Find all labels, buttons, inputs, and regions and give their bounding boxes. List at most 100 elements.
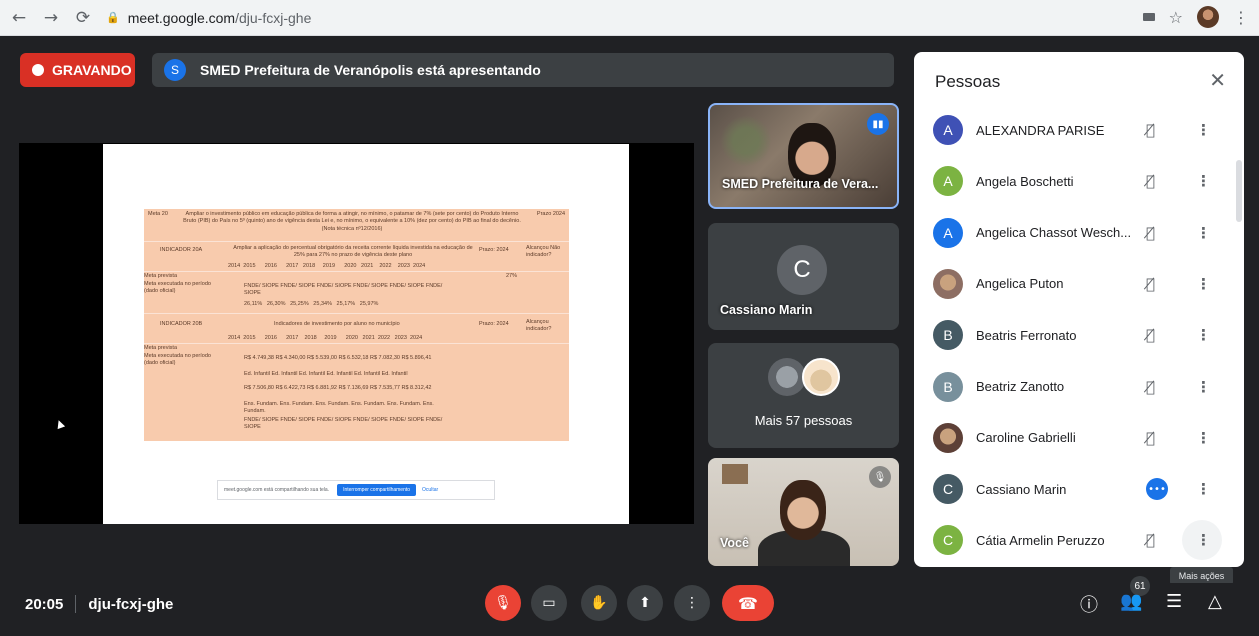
more-vert-icon[interactable]: ⋮ (1196, 480, 1211, 498)
more-vert-icon[interactable]: ⋮ (1196, 531, 1211, 549)
recording-badge[interactable]: GRAVANDO (20, 53, 135, 87)
speaking-indicator-icon: ▮▮ (867, 113, 889, 135)
camera-icon[interactable] (1142, 13, 1155, 21)
people-list-item[interactable]: C Cátia Armelin Peruzzo 🎙̸ ⋮ (914, 514, 1244, 566)
profile-avatar[interactable] (1197, 6, 1219, 28)
more-people-label: Mais 57 pessoas (754, 413, 853, 428)
record-dot-icon (32, 64, 44, 76)
activities-icon[interactable]: △ (1208, 591, 1222, 612)
camera-toggle-button[interactable]: ▭ (531, 585, 567, 621)
meeting-code: dju-fcxj-ghe (88, 595, 174, 613)
chat-icon[interactable]: ☰ (1166, 591, 1182, 612)
people-panel: Pessoas ✕ A ALEXANDRA PARISE 🎙̸ ⋮ A Angela Bo… (914, 52, 1244, 567)
mic-off-icon: 🎙̸ (1146, 121, 1156, 139)
prazo-20a: Prazo: 2024 (479, 247, 509, 253)
participant-avatar: A (933, 115, 963, 145)
presenter-tile[interactable]: ▮▮ SMED Prefeitura de Vera... (708, 103, 899, 209)
more-vert-icon[interactable]: ⋮ (1196, 326, 1211, 344)
indicator-20b: INDICADOR 20B (160, 321, 203, 327)
browser-actions: ☆ ⋮ (1142, 6, 1249, 28)
participant-name: Cassiano Marin (976, 481, 1067, 497)
self-video (780, 480, 826, 540)
cassiano-tile[interactable]: C Cassiano Marin (708, 223, 899, 330)
people-list-item[interactable]: C Cassiano Marin ••• ⋮ (914, 463, 1244, 515)
reload-icon[interactable]: ⟳ (70, 5, 96, 31)
menu-icon[interactable]: ⋮ (1233, 8, 1249, 27)
fnde-row-b: FNDE/ SIOPE FNDE/ SIOPE FNDE/ SIOPE FNDE… (244, 417, 443, 431)
mic-toggle-button[interactable]: 🎙 (485, 585, 521, 621)
more-vert-icon[interactable]: ⋮ (1196, 121, 1211, 139)
more-options-button[interactable]: ⋮ (674, 585, 710, 621)
mic-off-icon: 🎙̸ (1146, 274, 1156, 293)
more-vert-icon[interactable]: ⋮ (1196, 429, 1211, 447)
people-list-item[interactable]: A Angelica Chassot Wesch... 🎙̸ ⋮ (914, 207, 1244, 259)
people-list-item[interactable]: B Beatriz Zanotto 🎙̸ ⋮ (914, 361, 1244, 413)
participant-avatar: B (933, 371, 963, 402)
presenter-avatar: S (164, 59, 186, 81)
more-vert-icon[interactable]: ⋮ (1196, 172, 1211, 190)
divider (75, 595, 77, 613)
indicator-20a: INDICADOR 20A (160, 247, 203, 253)
more-vert-icon: ⋮ (685, 595, 699, 611)
back-icon[interactable]: ← (6, 5, 32, 31)
close-icon[interactable]: ✕ (1209, 68, 1226, 92)
people-list-item[interactable]: B Beatris Ferronato 🎙̸ ⋮ (914, 309, 1244, 361)
alcancou-20b: Alcançou indicador? (526, 319, 552, 333)
slide: Meta 20 Ampliar o investimento público e… (103, 144, 629, 524)
self-label: Você (720, 536, 749, 550)
alcancou-20a: Alcançou Não indicador? (526, 245, 561, 259)
present-button[interactable]: ⬆ (627, 585, 663, 621)
people-icon[interactable]: 👥 (1120, 591, 1142, 612)
cassiano-avatar: C (777, 245, 827, 295)
goal-table: Meta 20 Ampliar o investimento público e… (144, 209, 569, 441)
meeting-info: 20:05 dju-fcxj-ghe (25, 595, 173, 613)
mic-off-icon: 🎙̸ (1146, 531, 1156, 550)
stop-sharing-button[interactable]: Interromper compartilhamento (337, 484, 417, 496)
meta-text: Ampliar o investimento público em educaç… (183, 211, 521, 232)
speaking-indicator-icon: ••• (1146, 478, 1168, 501)
self-tile[interactable]: 🎙 Você (708, 458, 899, 566)
people-list-item[interactable]: Caroline Gabrielli 🎙̸ ⋮ (914, 412, 1244, 464)
people-list-item[interactable]: A ALEXANDRA PARISE 🎙̸ ⋮ (914, 104, 1244, 156)
pct-row-a: 26,11% 26,30% 25,25% 25,34% 25,17% 25,97… (244, 301, 379, 307)
mic-off-icon: 🎙 (869, 466, 891, 488)
hide-button[interactable]: Ocultar (422, 487, 438, 493)
more-vert-icon[interactable]: ⋮ (1196, 378, 1211, 396)
prazo-20b: Prazo: 2024 (479, 321, 509, 327)
more-vert-icon[interactable]: ⋮ (1196, 224, 1211, 242)
address-bar[interactable]: 🔒 meet.google.com/dju-fcxj-ghe (106, 10, 311, 26)
info-icon[interactable]: ⓘ (1080, 591, 1098, 617)
panel-title: Pessoas (935, 72, 1001, 91)
mic-off-icon: 🎙̸ (1146, 428, 1156, 447)
more-vert-icon[interactable]: ⋮ (1196, 275, 1211, 293)
background-shelf (722, 464, 748, 484)
browser-toolbar: ← → ⟳ 🔒 meet.google.com/dju-fcxj-ghe ☆ ⋮ (0, 0, 1259, 36)
years-20b: 2014 2015 2016 2017 2018 2019 2020 2021 … (228, 335, 423, 341)
people-list-item[interactable]: Angelica Puton 🎙̸ ⋮ (914, 258, 1244, 310)
meta-27: 27% (506, 273, 518, 279)
participant-avatar (933, 268, 963, 299)
recording-label: GRAVANDO (52, 62, 132, 78)
participant-avatar (933, 422, 963, 453)
shared-screen[interactable]: Meta 20 Ampliar o investimento público e… (19, 143, 694, 524)
people-list-item[interactable]: A Angela Boschetti 🎙̸ ⋮ (914, 155, 1244, 207)
forward-icon[interactable]: → (38, 5, 64, 31)
fnde-row-a: FNDE/ SIOPE FNDE/ SIOPE FNDE/ SIOPE FNDE… (244, 283, 443, 297)
participant-avatar: A (933, 217, 963, 248)
raise-hand-button[interactable]: ✋ (581, 585, 617, 621)
participant-avatar: C (933, 474, 963, 505)
end-call-button[interactable]: ☎ (722, 585, 774, 621)
meta-executada-b: Meta executada no período (dado oficial) (144, 353, 211, 367)
years-20a: 2014 2015 2016 2017 2018 2019 2020 2021 … (228, 263, 426, 269)
indicator-20b-text: Indicadores de investimento por aluno no… (274, 321, 400, 327)
indicator-20a-text: Ampliar a aplicação do percentual obriga… (233, 245, 473, 259)
participant-name: Angelica Chassot Wesch... (976, 225, 1132, 241)
star-icon[interactable]: ☆ (1169, 8, 1183, 27)
more-people-tile[interactable]: Mais 57 pessoas (708, 343, 899, 448)
cassiano-tile-name: Cassiano Marin (720, 303, 813, 317)
meta-prazo: Prazo 2024 (536, 211, 566, 217)
url-path: /dju-fcxj-ghe (235, 9, 312, 26)
participant-avatar: A (933, 166, 963, 197)
participant-avatar: B (933, 320, 963, 351)
participant-name: Beatriz Zanotto (976, 379, 1065, 394)
